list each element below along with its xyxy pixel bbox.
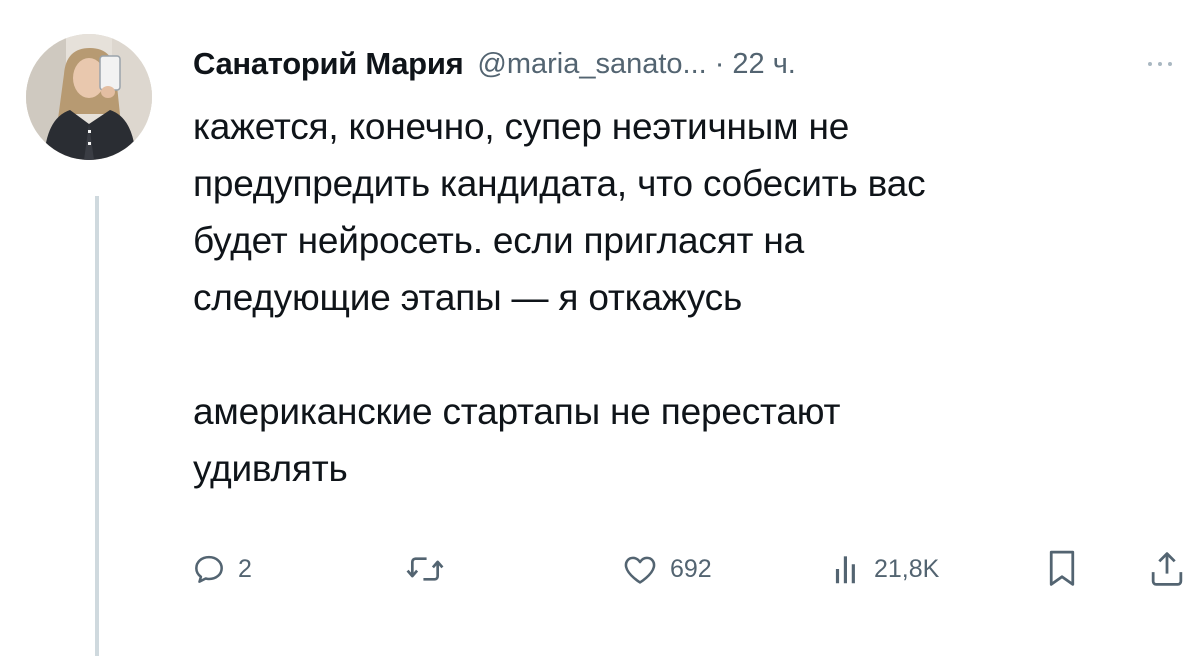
- tweet-timestamp[interactable]: 22 ч.: [732, 48, 795, 81]
- share-button[interactable]: [1148, 545, 1186, 593]
- heart-icon: [624, 556, 656, 584]
- share-icon: [1151, 552, 1183, 586]
- tweet-actions: 2 692 21,8K: [190, 545, 1200, 593]
- reply-button[interactable]: 2: [190, 545, 252, 593]
- avatar[interactable]: [26, 34, 152, 160]
- bookmark-icon: [1049, 550, 1075, 586]
- tweet-paragraph-1: кажется, конечно, супер неэтичным не пре…: [193, 98, 1183, 326]
- header-separator: ·: [714, 47, 725, 80]
- tweet-line: американские стартапы не перестают: [193, 391, 841, 432]
- more-dot: [1148, 62, 1152, 66]
- more-button[interactable]: [1137, 54, 1183, 74]
- tweet[interactable]: Санаторий Мария @maria_sanato... · 22 ч.…: [0, 0, 1200, 656]
- tweet-header: Санаторий Мария @maria_sanato... · 22 ч.: [193, 44, 1183, 84]
- author-display-name[interactable]: Санаторий Мария: [193, 46, 464, 82]
- tweet-paragraph-2: американские стартапы не перестают удивл…: [193, 383, 1183, 497]
- tweet-line: предупредить кандидата, что собесить вас: [193, 163, 926, 204]
- reply-count: 2: [238, 554, 252, 583]
- tweet-line: будет нейросеть. если пригласят на: [193, 220, 804, 261]
- views-button[interactable]: 21,8K: [830, 545, 939, 593]
- views-count: 21,8K: [874, 554, 940, 583]
- bookmark-button[interactable]: [1046, 545, 1078, 593]
- views-bar-chart-icon: [835, 556, 855, 584]
- repost-button[interactable]: [404, 545, 456, 593]
- more-dot: [1168, 62, 1172, 66]
- author-handle[interactable]: @maria_sanato...: [477, 48, 706, 81]
- repost-icon: [406, 557, 444, 581]
- tweet-line: следующие этапы — я откажусь: [193, 277, 743, 318]
- like-count: 692: [670, 554, 712, 583]
- avatar-photo: [26, 34, 152, 160]
- tweet-line: кажется, конечно, супер неэтичным не: [193, 106, 850, 147]
- reply-icon: [195, 555, 223, 583]
- like-button[interactable]: 692: [620, 545, 712, 593]
- thread-line: [95, 196, 99, 656]
- more-dot: [1158, 62, 1162, 66]
- tweet-line: удивлять: [193, 448, 348, 489]
- tweet-text: кажется, конечно, супер неэтичным не пре…: [193, 98, 1183, 497]
